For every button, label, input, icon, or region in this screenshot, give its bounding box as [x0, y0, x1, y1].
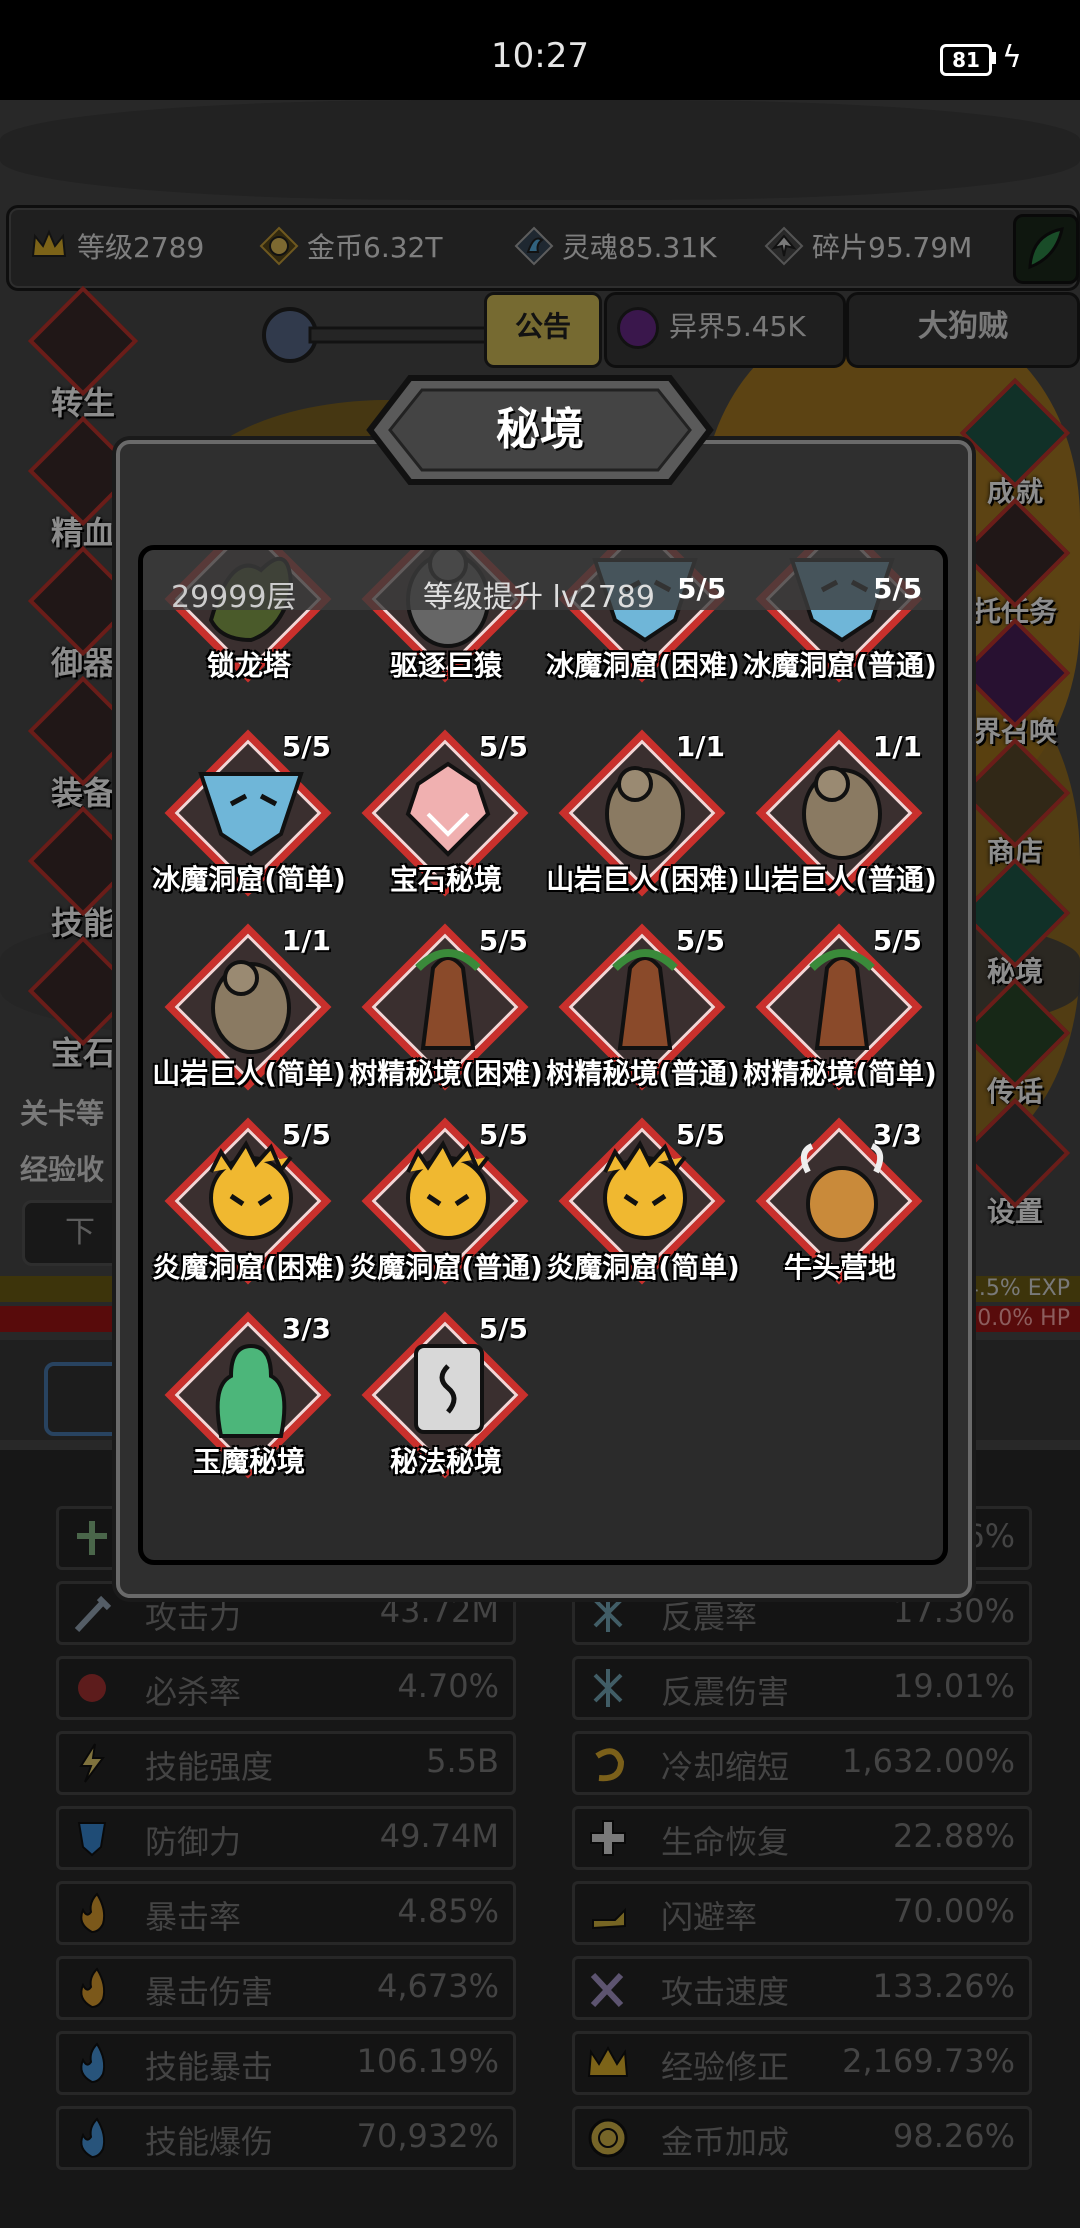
clock: 10:27 [491, 36, 589, 76]
tile-name: 秘法秘境 [389, 1445, 502, 1478]
dungeon-grid-panel: 锁龙塔 驱逐巨猿 5/5 冰魔洞窟(困难) 5/5 冰魔洞窟(普通) 5/5 冰魔洞窟(简单)… [138, 545, 948, 1565]
tile-name: 炎魔洞窟(困难) [152, 1251, 346, 1284]
tile-name: 冰魔洞窟(困难) [546, 649, 740, 682]
tile-count: 3/3 [281, 1312, 331, 1345]
tile-name: 锁龙塔 [206, 649, 291, 682]
dungeon-tile[interactable]: 5/5 宝石秘境 [348, 724, 544, 918]
tile-name: 山岩巨人(困难) [546, 863, 740, 896]
dialog-title: 秘境 [496, 404, 584, 455]
tile-count: 1/1 [281, 924, 331, 957]
tile-name: 冰魔洞窟(普通) [743, 649, 937, 682]
tile-count: 5/5 [478, 730, 528, 763]
tile-name: 玉魔秘境 [192, 1445, 305, 1478]
tile-count: 5/5 [478, 1312, 528, 1345]
tile-name: 宝石秘境 [389, 863, 502, 896]
dungeon-tile[interactable]: 1/1 山岩巨人(普通) [742, 724, 938, 918]
tile-count: 1/1 [872, 730, 922, 763]
tile-name: 山岩巨人(普通) [743, 863, 937, 896]
tile-count: 5/5 [676, 545, 725, 549]
dungeon-tile[interactable]: 3/3 玉魔秘境 [151, 1306, 347, 1500]
dialog-title-plate: 秘境 [350, 368, 730, 492]
dungeon-tile[interactable]: 1/1 山岩巨人(简单) [151, 918, 347, 1112]
level-up-text: 等级提升 lv2789 [423, 580, 655, 615]
tile-name: 炎魔洞窟(简单) [546, 1251, 740, 1284]
floor-count: 29999层 [171, 580, 297, 615]
tile-count: 3/3 [872, 1118, 922, 1151]
tile-name: 炎魔洞窟(普通) [349, 1251, 543, 1284]
status-bar: 10:27 81 ϟ [0, 0, 1080, 100]
tile-name: 树精秘境(困难) [349, 1057, 543, 1090]
tile-name: 树精秘境(简单) [743, 1057, 937, 1090]
tile-count: 5/5 [675, 924, 725, 957]
dungeon-tile[interactable]: 3/3 牛头营地 [742, 1112, 938, 1306]
dungeon-tile[interactable]: 5/5 秘法秘境 [348, 1306, 544, 1500]
top-count-1: 5/5 [677, 572, 727, 605]
dungeon-tile[interactable]: 1/1 山岩巨人(困难) [545, 724, 741, 918]
tile-name: 牛头营地 [783, 1251, 896, 1284]
dungeon-tile[interactable]: 5/5 树精秘境(普通) [545, 918, 741, 1112]
dungeon-tile[interactable]: 5/5 冰魔洞窟(简单) [151, 724, 347, 918]
tile-count: 5/5 [873, 545, 922, 549]
tile-name: 冰魔洞窟(简单) [152, 863, 346, 896]
tile-count: 5/5 [478, 1118, 528, 1151]
tile-name: 驱逐巨猿 [389, 649, 502, 682]
panel-header: 29999层 等级提升 lv2789 5/5 5/5 [143, 550, 943, 615]
tile-count: 1/1 [675, 730, 725, 763]
tile-count: 5/5 [281, 730, 331, 763]
tile-count: 5/5 [478, 924, 528, 957]
tile-count: 5/5 [281, 1118, 331, 1151]
dungeon-tile[interactable]: 5/5 树精秘境(简单) [742, 918, 938, 1112]
battery-tip [992, 52, 996, 64]
battery-icon: 81 [940, 44, 992, 76]
top-count-2: 5/5 [873, 572, 923, 605]
dungeon-tile[interactable]: 5/5 炎魔洞窟(简单) [545, 1112, 741, 1306]
dungeon-tile[interactable]: 5/5 炎魔洞窟(困难) [151, 1112, 347, 1306]
tile-name: 山岩巨人(简单) [152, 1057, 346, 1090]
dungeon-tile[interactable]: 5/5 树精秘境(困难) [348, 918, 544, 1112]
charging-icon: ϟ [1002, 40, 1022, 75]
dungeon-tile[interactable]: 5/5 炎魔洞窟(普通) [348, 1112, 544, 1306]
tile-count: 5/5 [675, 1118, 725, 1151]
tile-name: 树精秘境(普通) [546, 1057, 740, 1090]
tile-count: 5/5 [872, 924, 922, 957]
